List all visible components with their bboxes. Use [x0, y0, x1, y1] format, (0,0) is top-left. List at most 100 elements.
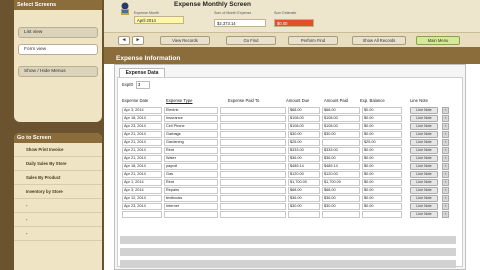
line-note-button[interactable]: Line Note	[410, 123, 438, 130]
line-note-button[interactable]: Line Note	[410, 139, 438, 146]
cell-paid-to[interactable]	[220, 155, 286, 162]
delete-row-icon[interactable]: ×	[442, 171, 449, 178]
form-view-button[interactable]: Form view	[18, 44, 98, 55]
line-note-button[interactable]: Line Note	[410, 115, 438, 122]
cell-type[interactable]: Internet	[164, 203, 218, 210]
goto-show-print-invoice[interactable]: Show Print Invoice	[14, 143, 102, 157]
goto-empty-2[interactable]: -	[14, 213, 102, 227]
cell-type[interactable]: Insurance	[164, 115, 218, 122]
previous-record-button[interactable]: ◄	[118, 36, 130, 45]
cell-balance[interactable]: $0.00	[362, 123, 402, 130]
cell-amount-paid[interactable]: $1,700.00	[322, 179, 360, 186]
cell-amount-paid[interactable]: $108.00	[322, 115, 360, 122]
next-record-button[interactable]: ►	[132, 36, 144, 45]
cell-amount-due[interactable]: $108.00	[288, 115, 320, 122]
cell-date[interactable]: Apr 21, 2014	[122, 147, 162, 154]
cell-date[interactable]: Apr 12, 2014	[122, 195, 162, 202]
cell-balance[interactable]: $0.00	[362, 179, 402, 186]
cell-amount-paid[interactable]: $30.00	[322, 203, 360, 210]
cell-amount-due[interactable]: $36.00	[288, 155, 320, 162]
delete-row-icon[interactable]: ×	[442, 147, 449, 154]
delete-row-icon[interactable]: ×	[442, 115, 449, 122]
cell-date[interactable]: Apr 21, 2014	[122, 171, 162, 178]
cell-type[interactable]: Rent	[164, 179, 218, 186]
cell-amount-paid[interactable]: $489.14	[322, 163, 360, 170]
cell-amount-paid[interactable]: $68.00	[322, 187, 360, 194]
go-find-button[interactable]: Go Find	[226, 36, 276, 45]
cell-amount-paid[interactable]: $36.00	[322, 155, 360, 162]
cell-balance[interactable]: $0.00	[362, 171, 402, 178]
view-records-button[interactable]: View Records	[160, 36, 210, 45]
delete-row-icon[interactable]: ×	[442, 211, 449, 218]
cell-balance[interactable]: $0.00	[362, 107, 402, 114]
cell-date[interactable]: Apr 1, 2014	[122, 179, 162, 186]
delete-row-icon[interactable]: ×	[442, 131, 449, 138]
cell-amount-paid[interactable]: $120.00	[322, 171, 360, 178]
cell-paid-to[interactable]	[220, 147, 286, 154]
cell-date[interactable]: Apr 21, 2014	[122, 155, 162, 162]
cell-amount-due[interactable]: $108.00	[288, 123, 320, 130]
cell-amount-due[interactable]: $489.14	[288, 163, 320, 170]
cell-amount-paid[interactable]: $333.00	[322, 147, 360, 154]
line-note-button[interactable]: Line Note	[410, 155, 438, 162]
goto-empty-1[interactable]: -	[14, 199, 102, 213]
cell-amount-paid[interactable]: $30.00	[322, 131, 360, 138]
line-note-button[interactable]: Line Note	[410, 107, 438, 114]
cell-date[interactable]: Apr 3, 2014	[122, 107, 162, 114]
cell-amount-paid[interactable]	[322, 139, 360, 146]
cell-amount-due[interactable]: $120.00	[288, 171, 320, 178]
cell-paid-to[interactable]	[220, 139, 286, 146]
line-note-button[interactable]: Line Note	[410, 147, 438, 154]
line-note-button[interactable]: Line Note	[410, 163, 438, 170]
cell-type[interactable]: Electric	[164, 107, 218, 114]
delete-row-icon[interactable]: ×	[442, 195, 449, 202]
cell-type[interactable]: Rent	[164, 147, 218, 154]
cell-paid-to[interactable]	[220, 171, 286, 178]
cell-paid-to[interactable]	[220, 123, 286, 130]
line-note-button[interactable]: Line Note	[410, 187, 438, 194]
cell-amount-due[interactable]: $25.00	[288, 139, 320, 146]
delete-row-icon[interactable]: ×	[442, 139, 449, 146]
cell-amount-paid[interactable]: $36.00	[322, 195, 360, 202]
cell-amount-due[interactable]: $68.00	[288, 107, 320, 114]
cell-amount-paid[interactable]	[322, 211, 360, 218]
cell-type[interactable]: Garbage	[164, 131, 218, 138]
cell-amount-paid[interactable]: $68.00	[322, 107, 360, 114]
expid-field[interactable]: 3	[136, 81, 150, 89]
expense-month-field[interactable]: April 2014	[134, 16, 184, 24]
line-note-button[interactable]: Line Note	[410, 195, 438, 202]
cell-paid-to[interactable]	[220, 211, 286, 218]
cell-date[interactable]: Apr 18, 2014	[122, 163, 162, 170]
cell-amount-due[interactable]: $36.00	[288, 195, 320, 202]
cell-balance[interactable]: $0.00	[362, 115, 402, 122]
goto-inventory-by-store[interactable]: Inventory by Store	[14, 185, 102, 199]
cell-balance[interactable]: $0.00	[362, 163, 402, 170]
cell-type[interactable]: Gardening	[164, 139, 218, 146]
tab-expense-data[interactable]: Expense Data	[119, 68, 165, 77]
cell-paid-to[interactable]	[220, 107, 286, 114]
delete-row-icon[interactable]: ×	[442, 187, 449, 194]
cell-paid-to[interactable]	[220, 203, 286, 210]
show-hide-menus-button[interactable]: Show / Hide Menus	[18, 66, 98, 77]
delete-row-icon[interactable]: ×	[442, 107, 449, 114]
cell-date[interactable]: Apr 3, 2014	[122, 187, 162, 194]
cell-date[interactable]	[122, 211, 162, 218]
cell-paid-to[interactable]	[220, 163, 286, 170]
cell-date[interactable]: Apr 21, 2014	[122, 131, 162, 138]
cell-paid-to[interactable]	[220, 179, 286, 186]
cell-type[interactable]: Cell Phone	[164, 123, 218, 130]
cell-date[interactable]: Apr 23, 2014	[122, 123, 162, 130]
cell-balance[interactable]: $0.00	[362, 131, 402, 138]
cell-balance[interactable]: $0.00	[362, 147, 402, 154]
line-note-button[interactable]: Line Note	[410, 131, 438, 138]
cell-balance[interactable]: $0.00	[362, 195, 402, 202]
goto-empty-3[interactable]: -	[14, 227, 102, 241]
goto-daily-sales-by-store[interactable]: Daily Sales By Store	[14, 157, 102, 171]
list-view-button[interactable]: List view	[18, 27, 98, 38]
cell-balance[interactable]: $0.00	[362, 155, 402, 162]
line-note-button[interactable]: Line Note	[410, 203, 438, 210]
cell-amount-due[interactable]: $30.00	[288, 203, 320, 210]
delete-row-icon[interactable]: ×	[442, 163, 449, 170]
line-note-button[interactable]: Line Note	[410, 211, 438, 218]
cell-type[interactable]: payroll	[164, 163, 218, 170]
